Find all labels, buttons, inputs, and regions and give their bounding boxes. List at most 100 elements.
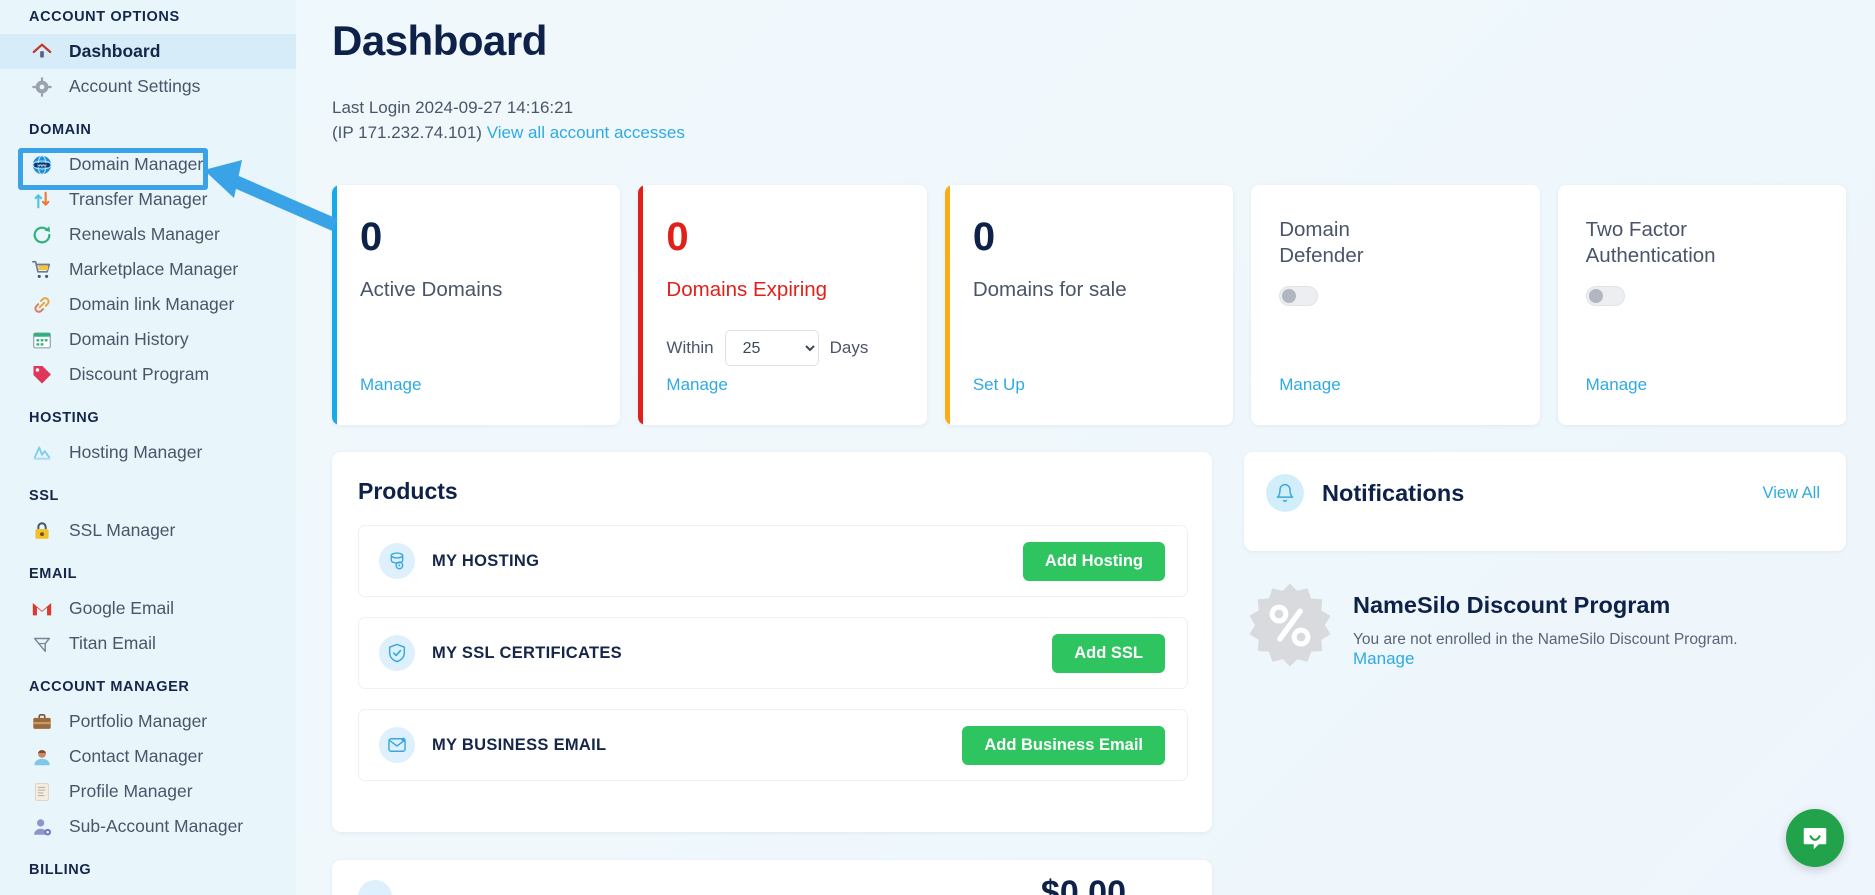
last-login-info: Last Login 2024-09-27 14:16:21 (IP 171.2… — [332, 96, 1875, 146]
stat-card-value: 0 — [360, 215, 383, 259]
view-all-account-accesses-link[interactable]: View all account accesses — [487, 123, 685, 142]
briefcase-icon — [29, 709, 54, 734]
stat-card-accent-bar — [332, 185, 337, 425]
feature-card-action-link[interactable]: Manage — [1279, 375, 1340, 395]
sidebar-item-sub-account-manager[interactable]: Sub-Account Manager — [0, 809, 296, 844]
product-add-button[interactable]: Add SSL — [1052, 633, 1165, 673]
expiring-days-select[interactable]: 5101525306090 — [724, 330, 819, 366]
stat-card-action-link[interactable]: Set Up — [973, 375, 1025, 395]
price-tag-icon — [29, 362, 54, 387]
sidebar-item-label: Sub-Account Manager — [69, 816, 244, 836]
padlock-icon — [29, 518, 54, 543]
billing-icon — [358, 880, 392, 895]
discount-manage-link[interactable]: Manage — [1353, 649, 1414, 668]
sidebar-item-label: Domain link Manager — [69, 294, 235, 314]
chain-link-icon — [29, 292, 54, 317]
gmail-m-icon — [29, 596, 54, 621]
envelope-icon — [379, 727, 415, 763]
sidebar-item-label: Account Settings — [69, 76, 201, 96]
sidebar-item-renewals-manager[interactable]: Renewals Manager — [0, 217, 296, 252]
feature-toggle-switch[interactable] — [1279, 286, 1319, 307]
discount-text-block: NameSilo Discount Program You are not en… — [1353, 580, 1738, 677]
notifications-view-all-link[interactable]: View All — [1763, 474, 1820, 512]
stat-card-value: 0 — [666, 215, 689, 259]
product-row: MY HOSTING Add Hosting — [358, 525, 1188, 597]
sidebar-item-label: Renewals Manager — [69, 224, 220, 244]
sidebar-item-contact-manager[interactable]: Contact Manager — [0, 739, 296, 774]
contact-person-icon — [29, 744, 54, 769]
feature-card-action-link[interactable]: Manage — [1586, 375, 1647, 395]
product-row-label: MY SSL CERTIFICATES — [432, 643, 622, 662]
last-login-line: Last Login 2024-09-27 14:16:21 — [332, 98, 574, 117]
sidebar-item-marketplace-manager[interactable]: Marketplace Manager — [0, 252, 296, 287]
sidebar-item-label: Contact Manager — [69, 746, 204, 766]
sidebar-item-domain-history[interactable]: Domain History — [0, 322, 296, 357]
product-row-label: MY BUSINESS EMAIL — [432, 735, 607, 754]
sidebar-item-domain-link-manager[interactable]: Domain link Manager — [0, 287, 296, 322]
sidebar-item-profile-manager[interactable]: Profile Manager — [0, 774, 296, 809]
sidebar-item-dashboard[interactable]: Dashboard — [0, 34, 296, 69]
sidebar-item-account-settings[interactable]: Account Settings — [0, 69, 296, 104]
discount-program-block: NameSilo Discount Program You are not en… — [1244, 580, 1846, 677]
discount-program-title: NameSilo Discount Program — [1353, 592, 1671, 618]
chat-bubble-icon[interactable] — [1786, 809, 1844, 867]
sidebar-item-discount-program[interactable]: Discount Program — [0, 357, 296, 392]
stat-card-action-link[interactable]: Manage — [360, 375, 421, 395]
titan-prism-icon — [29, 631, 54, 656]
gear-icon — [29, 74, 54, 99]
sidebar: ACCOUNT OPTIONS Dashboard Account Settings… — [0, 0, 296, 895]
percent-badge-icon — [1244, 580, 1339, 677]
shield-check-icon — [379, 635, 415, 671]
stat-card-action-link[interactable]: Manage — [666, 375, 727, 395]
nav-group-title-hosting: HOSTING — [29, 410, 100, 426]
within-suffix-label: Days — [829, 338, 869, 357]
sidebar-item-google-email[interactable]: Google Email — [0, 591, 296, 626]
product-row: MY SSL CERTIFICATES Add SSL — [358, 617, 1188, 689]
sidebar-item-titan-email[interactable]: Titan Email — [0, 626, 296, 661]
within-prefix-label: Within — [666, 338, 714, 357]
sidebar-item-label: Portfolio Manager — [69, 711, 208, 731]
document-profile-icon — [29, 779, 54, 804]
sidebar-item-label: Google Email — [69, 598, 175, 618]
feature-toggle-switch[interactable] — [1585, 286, 1625, 307]
sidebar-item-ssl-manager[interactable]: SSL Manager — [0, 513, 296, 548]
stat-card-accent-bar — [638, 185, 644, 425]
sidebar-item-label: Domain History — [69, 329, 189, 349]
sidebar-item-label: Domain Manager — [69, 154, 204, 174]
svg-text:www: www — [36, 163, 46, 167]
sidebar-item-transfer-manager[interactable]: Transfer Manager — [0, 182, 296, 217]
nav-group-title-billing: BILLING — [29, 862, 92, 878]
sidebar-item-label: Transfer Manager — [69, 189, 208, 209]
bell-icon — [1266, 474, 1304, 512]
main-content: Dashboard Last Login 2024-09-27 14:16:21… — [296, 0, 1875, 895]
user-gear-icon — [29, 814, 54, 839]
stat-card-label: Active Domains — [360, 278, 503, 301]
sidebar-item-label: Discount Program — [69, 364, 210, 384]
page-title: Dashboard — [332, 17, 547, 64]
nav-group-title-domain: DOMAIN — [29, 122, 92, 138]
notifications-panel: Notifications View All — [1244, 452, 1846, 551]
stat-card-label: Domains for sale — [972, 278, 1127, 301]
sidebar-item-domain-manager[interactable]: www Domain Manager — [0, 147, 296, 182]
sidebar-item-hosting-manager[interactable]: Hosting Manager — [0, 435, 296, 470]
sidebar-item-label: Titan Email — [69, 633, 156, 653]
sidebar-item-label: Dashboard — [69, 41, 161, 61]
product-row: MY BUSINESS EMAIL Add Business Email — [358, 709, 1188, 781]
sidebar-item-label: Profile Manager — [69, 781, 193, 801]
expiring-within-row: Within 5101525306090 Days — [666, 330, 926, 366]
nav-group-title-account-manager: ACCOUNT MANAGER — [29, 679, 190, 695]
server-icon — [29, 440, 54, 465]
product-add-button[interactable]: Add Business Email — [962, 725, 1165, 765]
account-balance-amount: $0.00 — [1040, 874, 1126, 895]
home-icon — [29, 39, 54, 64]
refresh-cycle-icon — [29, 222, 54, 247]
feature-card-two-factor-authentication: Two Factor Authentication Manage — [1557, 185, 1847, 425]
notifications-title: Notifications — [1322, 480, 1465, 506]
transfer-arrows-icon — [29, 187, 54, 212]
product-add-button[interactable]: Add Hosting — [1022, 541, 1165, 581]
products-row-list: MY HOSTING Add Hosting MY SSL CERTIFICATES… — [358, 525, 1188, 781]
nav-group-title-email: EMAIL — [29, 566, 78, 582]
stat-card-active-domains: 0 Active Domains Manage — [332, 185, 621, 425]
sidebar-item-portfolio-manager[interactable]: Portfolio Manager — [0, 704, 296, 739]
nav-group-title-account-options: ACCOUNT OPTIONS — [29, 9, 180, 25]
